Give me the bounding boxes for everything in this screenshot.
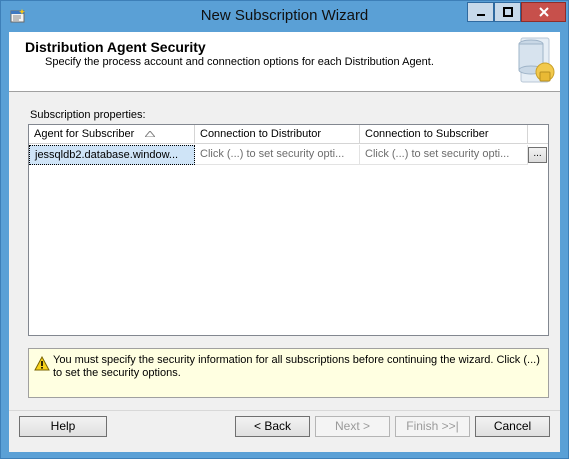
close-icon [538, 7, 549, 17]
title-bar[interactable]: New Subscription Wizard [1, 1, 568, 32]
column-header-agent[interactable]: Agent for Subscriber [29, 125, 195, 144]
sort-ascending-icon [145, 131, 155, 137]
cell-distributor-connection[interactable]: Click (...) to set security opti... [195, 145, 360, 165]
close-button[interactable] [521, 2, 566, 22]
subscription-properties-label: Subscription properties: [30, 109, 146, 121]
cancel-button[interactable]: Cancel [475, 416, 550, 437]
divider [9, 410, 560, 411]
page-title: Distribution Agent Security [25, 39, 206, 55]
page-subtitle: Specify the process account and connecti… [45, 56, 434, 68]
subscription-properties-grid[interactable]: Agent for Subscriber Connection to Distr… [28, 124, 549, 336]
grid-header: Agent for Subscriber Connection to Distr… [29, 125, 548, 144]
set-security-button[interactable]: ... [528, 147, 547, 163]
warning-icon [34, 356, 50, 371]
column-header-subscriber[interactable]: Connection to Subscriber [360, 125, 528, 144]
finish-button[interactable]: Finish >>| [395, 416, 470, 437]
database-security-icon [518, 37, 555, 83]
minimize-button[interactable] [467, 2, 494, 22]
cell-subscriber-connection[interactable]: Click (...) to set security opti... [360, 145, 528, 165]
table-row[interactable]: jessqldb2.database.window... Click (...)… [29, 145, 548, 165]
minimize-icon [476, 14, 485, 16]
wizard-client-area: Distribution Agent Security Specify the … [9, 32, 560, 452]
next-button[interactable]: Next > [315, 416, 390, 437]
column-header-distributor[interactable]: Connection to Distributor [195, 125, 360, 144]
warning-message: You must specify the security informatio… [28, 348, 549, 398]
page-header: Distribution Agent Security Specify the … [9, 32, 560, 92]
maximize-button[interactable] [494, 2, 521, 22]
back-button[interactable]: < Back [235, 416, 310, 437]
maximize-icon [502, 7, 513, 17]
wizard-window: New Subscription Wizard Distribution Age… [0, 0, 569, 459]
help-button[interactable]: Help [19, 416, 107, 437]
warning-text: You must specify the security informatio… [53, 354, 540, 379]
cell-agent[interactable]: jessqldb2.database.window... [29, 145, 195, 165]
